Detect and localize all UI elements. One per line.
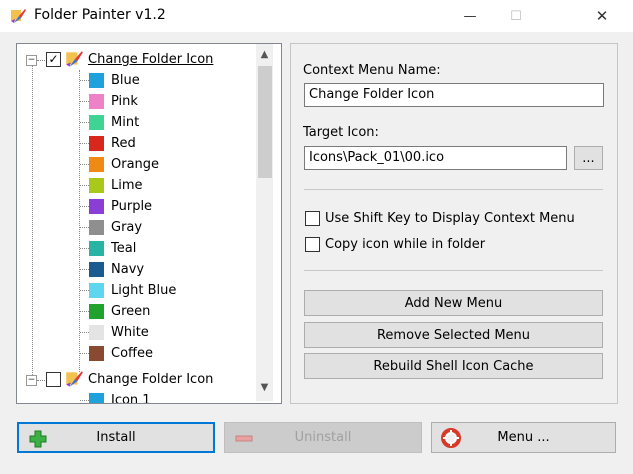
tree-group-label[interactable]: Change Folder Icon (88, 52, 213, 67)
rebuild-shell-icon-cache-button[interactable]: Rebuild Shell Icon Cache (304, 353, 603, 379)
context-menu-name-input[interactable]: Change Folder Icon (304, 83, 604, 107)
tree-item-label: Mint (111, 115, 140, 130)
tree-item[interactable]: Navy (89, 259, 144, 280)
tree-item[interactable]: Teal (89, 238, 136, 259)
paintbrush-app-icon (11, 9, 26, 23)
close-button[interactable]: ✕ (579, 0, 625, 32)
scroll-up-icon[interactable]: ▲ (256, 49, 273, 64)
menu-tree[interactable]: − ✓ Change Folder Icon Blue Pink Mint Red Or… (16, 43, 282, 404)
folder-color-swatch-icon (89, 346, 104, 361)
checkbox-box[interactable] (305, 237, 320, 252)
paintbrush-icon (66, 371, 83, 387)
paintbrush-icon (66, 51, 83, 67)
tree-item-label: Green (111, 304, 151, 319)
tree-item-label: Gray (111, 220, 143, 235)
lifebuoy-icon (441, 428, 461, 448)
tree-item-label: Blue (111, 73, 140, 88)
tree-item[interactable]: Coffee (89, 343, 153, 364)
tree-item[interactable]: Orange (89, 154, 159, 175)
tree-item[interactable]: Green (89, 301, 150, 322)
folder-color-swatch-icon (89, 241, 104, 256)
tree-item[interactable]: Pink (89, 91, 138, 112)
context-menu-name-label: Context Menu Name: (303, 63, 441, 78)
tree-item-label: Orange (111, 157, 160, 172)
folder-color-swatch-icon (89, 178, 104, 193)
tree-expander[interactable]: − (26, 375, 37, 386)
close-icon: ✕ (595, 7, 609, 25)
target-icon-label: Target Icon: (303, 125, 379, 140)
maximize-icon: ☐ (510, 8, 522, 24)
tree-item-label: Red (111, 136, 136, 151)
tree-item[interactable]: Light Blue (89, 280, 176, 301)
tree-item-label: Teal (111, 241, 137, 256)
add-new-menu-button[interactable]: Add New Menu (304, 290, 603, 316)
folder-color-swatch-icon (89, 115, 104, 130)
copy-icon-checkbox[interactable]: Copy icon while in folder (305, 237, 485, 252)
scroll-thumb[interactable] (258, 66, 272, 178)
minimize-button[interactable]: — (447, 0, 493, 32)
folder-color-swatch-icon (89, 136, 104, 151)
copy-icon-label: Copy icon while in folder (325, 237, 486, 252)
tree-item[interactable]: Icon 1 (89, 390, 151, 404)
tree-item-label: Purple (111, 199, 153, 214)
folder-color-swatch-icon (89, 199, 104, 214)
use-shift-key-label: Use Shift Key to Display Context Menu (325, 211, 575, 226)
folder-color-swatch-icon (89, 157, 104, 172)
plus-icon (29, 430, 47, 448)
tree-item-label: Pink (111, 94, 138, 109)
menu-label: Menu ... (497, 430, 550, 445)
tree-item-label: White (111, 325, 149, 340)
checkbox-box[interactable] (305, 211, 320, 226)
folder-color-swatch-icon (89, 283, 104, 298)
folder-color-swatch-icon (89, 393, 104, 403)
folder-color-swatch-icon (89, 94, 104, 109)
tree-item-label: Light Blue (111, 283, 177, 298)
use-shift-key-checkbox[interactable]: Use Shift Key to Display Context Menu (305, 211, 575, 226)
browse-button[interactable]: ... (574, 146, 603, 170)
menu-button[interactable]: Menu ... (431, 422, 616, 453)
target-icon-input[interactable]: Icons\Pack_01\00.ico (304, 146, 567, 170)
tree-item[interactable]: Mint (89, 112, 139, 133)
uninstall-label: Uninstall (294, 430, 352, 445)
tree-item[interactable]: Gray (89, 217, 142, 238)
install-button[interactable]: Install (17, 422, 215, 453)
minus-icon (235, 435, 253, 442)
tree-item-label: Navy (111, 262, 145, 277)
folder-color-swatch-icon (89, 304, 104, 319)
window-title: Folder Painter v1.2 (34, 7, 166, 23)
title-bar: Folder Painter v1.2 — ☐ ✕ (0, 0, 633, 32)
group1-checkbox[interactable]: ✓ (46, 52, 61, 67)
folder-color-swatch-icon (89, 325, 104, 340)
folder-color-swatch-icon (89, 73, 104, 88)
tree-item-label: Coffee (111, 346, 153, 361)
install-label: Install (96, 430, 136, 445)
tree-item[interactable]: Purple (89, 196, 152, 217)
folder-color-swatch-icon (89, 220, 104, 235)
tree-item[interactable]: Blue (89, 70, 140, 91)
maximize-button[interactable]: ☐ (493, 0, 539, 32)
tree-item-label: Lime (111, 178, 143, 193)
uninstall-button[interactable]: Uninstall (224, 422, 422, 453)
tree-item[interactable]: Red (89, 133, 136, 154)
group2-checkbox[interactable] (46, 372, 61, 387)
folder-color-swatch-icon (89, 262, 104, 277)
tree-expander[interactable]: − (26, 55, 37, 66)
tree-item[interactable]: White (89, 322, 149, 343)
remove-selected-menu-button[interactable]: Remove Selected Menu (304, 322, 603, 348)
tree-item[interactable]: Lime (89, 175, 143, 196)
scroll-down-icon[interactable]: ▼ (256, 382, 273, 397)
minimize-icon: — (463, 8, 477, 24)
tree-group-label[interactable]: Change Folder Icon (88, 372, 213, 387)
tree-item-label: Icon 1 (111, 393, 151, 404)
